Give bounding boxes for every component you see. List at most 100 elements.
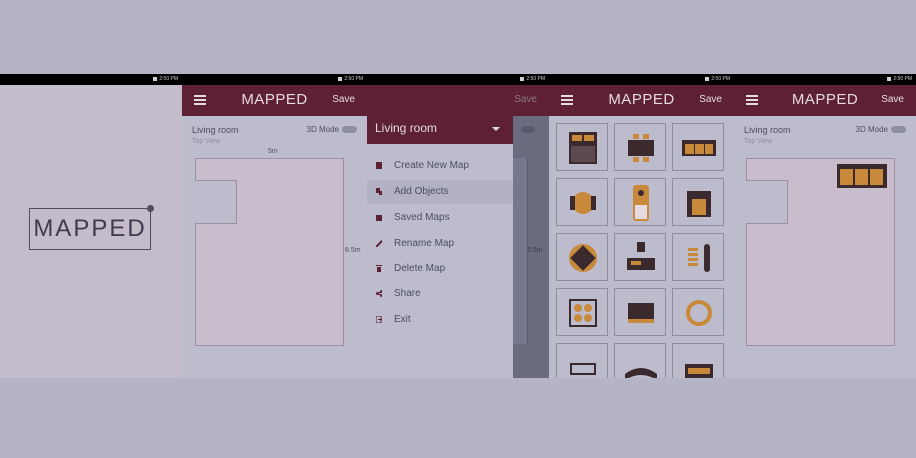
- object-tile[interactable]: [614, 288, 666, 336]
- logo-dot: [147, 205, 154, 212]
- status-bar: 2:50 PM: [0, 74, 182, 85]
- room-screen: 2:50 PM MAPPED Save Living room Top View…: [182, 74, 367, 378]
- trash-icon: [376, 265, 382, 272]
- sofa-icon[interactable]: [837, 164, 887, 188]
- mapped-logo: MAPPED: [29, 205, 154, 250]
- object-tile[interactable]: [672, 178, 724, 226]
- status-bar: 2:50 PM: [549, 74, 734, 85]
- menu-item-label: Add Objects: [394, 186, 449, 197]
- 3d-mode-label: 3D Mode: [306, 125, 339, 134]
- drawer-header: Living room: [367, 85, 513, 144]
- sofa-icon: [682, 140, 716, 156]
- menu-item-label: Exit: [394, 314, 411, 325]
- stove-icon: [569, 299, 597, 327]
- bathtub-icon: [570, 363, 596, 375]
- object-tile[interactable]: [672, 123, 724, 171]
- object-tile[interactable]: [614, 123, 666, 171]
- object-tile[interactable]: [672, 343, 724, 378]
- room-content: Living room Top View 3D Mode 5m 8.5m: [182, 116, 367, 378]
- object-tile[interactable]: [672, 288, 724, 336]
- desk-icon: [627, 242, 655, 270]
- view-label: Top View: [192, 138, 221, 145]
- 3d-mode-label: 3D Mode: [855, 125, 888, 134]
- status-time: 2:50 PM: [344, 76, 363, 82]
- menu-item-rename-map[interactable]: Rename Map: [367, 232, 513, 256]
- object-tile[interactable]: [556, 178, 608, 226]
- room-notch: [746, 180, 788, 224]
- menu-item-share[interactable]: Share: [367, 282, 513, 306]
- pencil-icon: [376, 240, 382, 247]
- room-floorplan-edge: [513, 158, 528, 344]
- drawer-screen: 2:50 PM Save 8.5m Living room Create New…: [367, 74, 549, 378]
- 3d-mode-toggle: [521, 126, 535, 133]
- menu-item-saved-maps[interactable]: Saved Maps: [367, 206, 513, 230]
- menu-item-create-new-map[interactable]: Create New Map: [367, 154, 513, 178]
- objects-screen: 2:50 PM MAPPED Save: [549, 74, 734, 378]
- 3d-mode-toggle[interactable]: [342, 126, 357, 133]
- armchair-icon: [687, 191, 711, 217]
- round-table-icon: [569, 244, 597, 272]
- exit-icon: [376, 316, 382, 323]
- logo-text: MAPPED: [33, 215, 147, 242]
- drawer-scrim[interactable]: 8.5m: [513, 116, 549, 378]
- status-time: 2:50 PM: [159, 76, 178, 82]
- room-with-object-screen: 2:50 PM MAPPED Save Living room Top View…: [734, 74, 916, 378]
- status-bar: 2:50 PM: [182, 74, 367, 85]
- save-button[interactable]: Save: [699, 94, 722, 105]
- object-tile[interactable]: [556, 123, 608, 171]
- share-icon: [376, 290, 382, 297]
- room-content: Living room Top View 3D Mode: [734, 116, 916, 378]
- view-label: Top View: [744, 138, 773, 145]
- save-button[interactable]: Save: [514, 94, 537, 105]
- height-dimension: 8.5m: [345, 247, 361, 254]
- add-objects-icon: [376, 188, 382, 195]
- tv-icon: [628, 303, 654, 323]
- wifi-icon: [153, 76, 158, 81]
- drawer-room-name[interactable]: Living room: [375, 121, 437, 135]
- object-tile[interactable]: [556, 233, 608, 281]
- shelf-icon: [688, 244, 710, 272]
- drawer-menu: Create New Map Add Objects Saved Maps Re…: [367, 144, 513, 378]
- menu-item-add-objects[interactable]: Add Objects: [367, 180, 513, 204]
- save-button[interactable]: Save: [881, 94, 904, 105]
- wifi-icon: [887, 76, 892, 81]
- menu-item-label: Delete Map: [394, 263, 446, 274]
- chevron-down-icon[interactable]: [492, 127, 500, 131]
- bed-icon: [569, 132, 597, 164]
- menu-item-label: Share: [394, 288, 421, 299]
- wifi-icon: [520, 76, 525, 81]
- saved-maps-icon: [376, 215, 382, 221]
- wifi-icon: [705, 76, 710, 81]
- object-tile[interactable]: [614, 343, 666, 378]
- room-name[interactable]: Living room: [744, 125, 791, 135]
- status-time: 2:50 PM: [711, 76, 730, 82]
- status-time: 2:50 PM: [893, 76, 912, 82]
- menu-item-delete-map[interactable]: Delete Map: [367, 257, 513, 281]
- app-bar: MAPPED Save: [549, 85, 734, 116]
- object-tile[interactable]: [556, 343, 608, 378]
- object-tile[interactable]: [556, 288, 608, 336]
- app-bar: MAPPED Save: [734, 85, 916, 116]
- curved-sofa-icon: [625, 368, 657, 378]
- status-time: 2:50 PM: [526, 76, 545, 82]
- width-dimension: 5m: [268, 148, 278, 155]
- couch-icon: [685, 364, 713, 378]
- object-tile[interactable]: [614, 233, 666, 281]
- 3d-mode-toggle[interactable]: [891, 126, 906, 133]
- wifi-icon: [338, 76, 343, 81]
- save-button[interactable]: Save: [332, 94, 355, 105]
- menu-item-exit[interactable]: Exit: [367, 308, 513, 332]
- status-bar: 2:50 PM: [367, 74, 549, 85]
- object-grid: [549, 116, 734, 378]
- object-tile[interactable]: [672, 233, 724, 281]
- room-name[interactable]: Living room: [192, 125, 239, 135]
- dining-table-icon: [628, 134, 654, 162]
- menu-item-label: Create New Map: [394, 160, 470, 171]
- height-dimension: 8.5m: [527, 247, 543, 254]
- menu-item-label: Rename Map: [394, 238, 455, 249]
- round-rug-icon: [686, 300, 712, 326]
- app-bar: MAPPED Save: [182, 85, 367, 116]
- new-map-icon: [376, 162, 382, 169]
- room-notch: [195, 180, 237, 224]
- object-tile[interactable]: [614, 178, 666, 226]
